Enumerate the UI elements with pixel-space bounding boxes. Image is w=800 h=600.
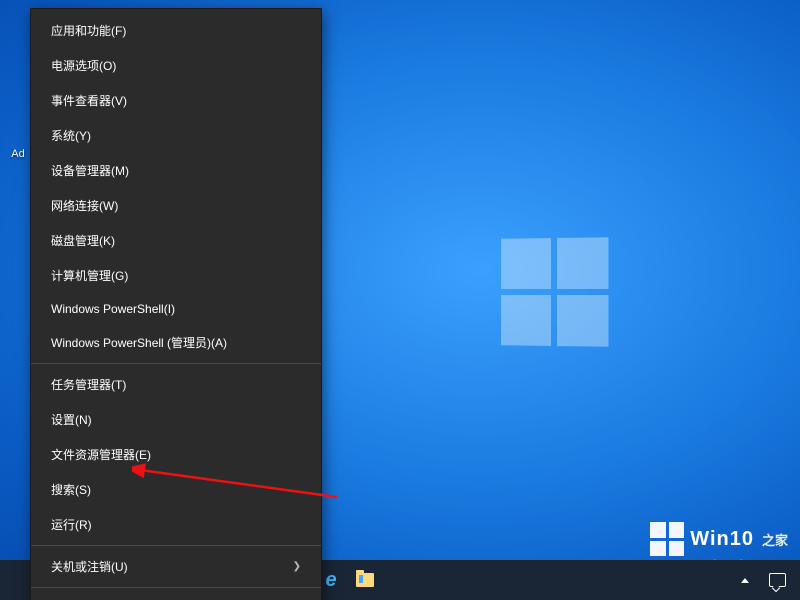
menu-separator [31,587,321,588]
menu-item-network-connections[interactable]: 网络连接(W) [31,188,321,223]
menu-item-disk-management[interactable]: 磁盘管理(K) [31,223,321,258]
menu-item-settings[interactable]: 设置(N) [31,402,321,437]
menu-item-task-manager[interactable]: 任务管理器(T) [31,367,321,402]
menu-item-computer-management[interactable]: 计算机管理(G) [31,258,321,293]
menu-separator [31,363,321,364]
menu-item-search[interactable]: 搜索(S) [31,472,321,507]
watermark-text-sub: 之家 [762,530,788,549]
desktop-shortcut[interactable]: Ad [4,148,32,160]
menu-separator [31,545,321,546]
watermark: Win10 之家 [650,522,788,556]
taskbar-action-center-icon[interactable] [768,571,786,589]
winx-context-menu: 应用和功能(F) 电源选项(O) 事件查看器(V) 系统(Y) 设备管理器(M)… [30,8,322,600]
watermark-text-main: Win10 [690,528,754,551]
menu-item-apps-features[interactable]: 应用和功能(F) [31,13,321,48]
desktop[interactable]: Ad 应用和功能(F) 电源选项(O) 事件查看器(V) 系统(Y) 设备管理器… [0,0,800,600]
menu-item-desktop[interactable]: 桌面(D) [31,591,321,600]
menu-item-system[interactable]: 系统(Y) [31,118,321,153]
menu-item-power-options[interactable]: 电源选项(O) [31,48,321,83]
taskbar-file-explorer-icon[interactable] [356,571,374,589]
menu-item-powershell[interactable]: Windows PowerShell(I) [31,293,321,325]
windows-logo-icon [650,522,684,556]
windows-logo-wallpaper [501,237,608,347]
menu-item-run[interactable]: 运行(R) [31,507,321,542]
menu-item-file-explorer[interactable]: 文件资源管理器(E) [31,437,321,472]
taskbar-ie-icon[interactable]: e [322,571,340,589]
menu-item-powershell-admin[interactable]: Windows PowerShell (管理员)(A) [31,325,321,360]
desktop-shortcut-label: Ad [11,148,24,160]
taskbar-tray-chevron-icon[interactable] [736,571,754,589]
menu-item-shutdown-signout[interactable]: 关机或注销(U) ❯ [31,549,321,584]
chevron-right-icon: ❯ [293,561,301,572]
menu-item-event-viewer[interactable]: 事件查看器(V) [31,83,321,118]
menu-item-device-manager[interactable]: 设备管理器(M) [31,153,321,188]
